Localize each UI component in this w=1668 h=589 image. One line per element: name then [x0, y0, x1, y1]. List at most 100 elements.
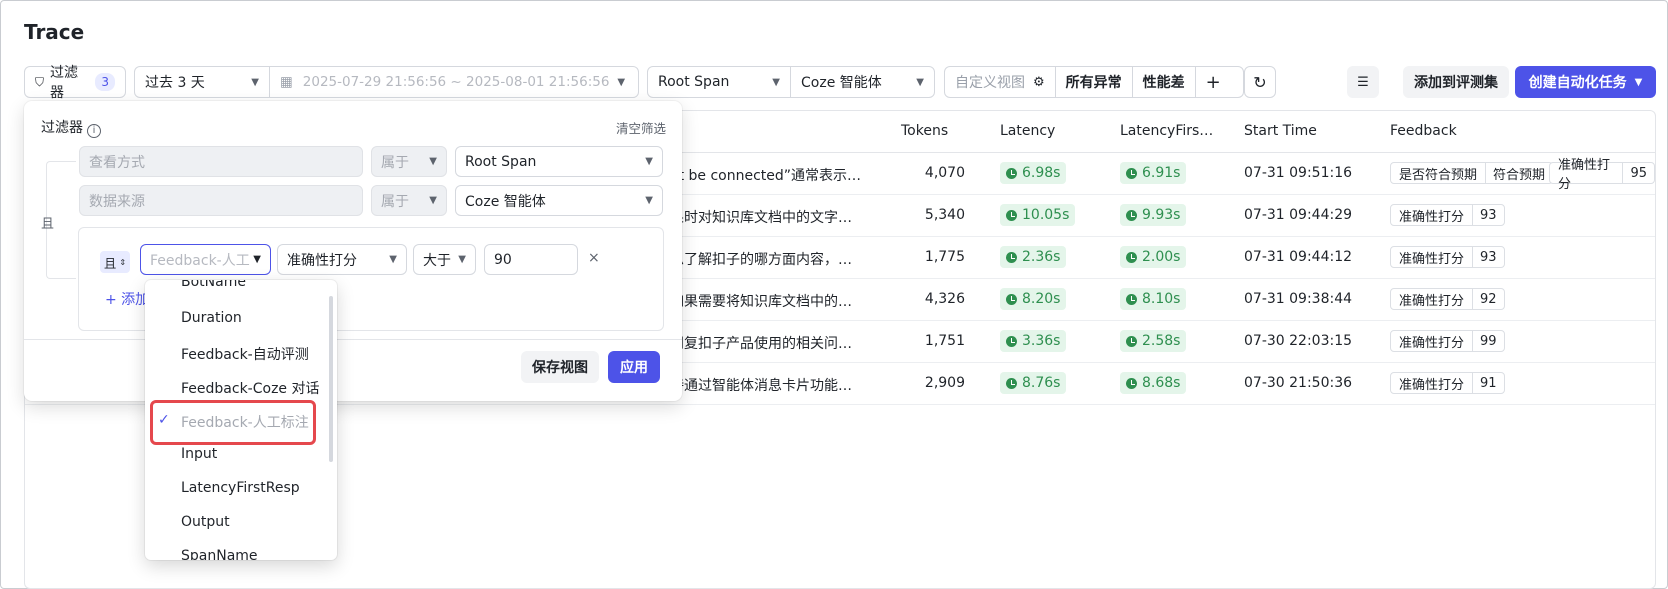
calendar-icon: ▦: [280, 74, 293, 90]
sub-logic-toggle[interactable]: 且 ⇕: [100, 251, 130, 273]
cond1-value-select[interactable]: Root Span ▼: [455, 146, 663, 177]
span-type-select[interactable]: Root Span ▼: [647, 66, 791, 98]
cond2-op-value: 属于: [381, 193, 409, 210]
add-to-eval-button[interactable]: 添加到评测集: [1403, 66, 1509, 98]
and-logic-label[interactable]: 且: [41, 213, 54, 232]
cell-start-time: 07-31 09:44:29: [1244, 207, 1353, 223]
cond1-op: 属于 ▼: [371, 146, 447, 177]
col-tokens[interactable]: Tokens: [901, 123, 948, 139]
popover-divider: [24, 339, 682, 340]
cond1-value: Root Span: [465, 153, 537, 170]
cond2-field: 数据来源: [79, 185, 363, 216]
cond2-op: 属于 ▼: [371, 185, 447, 216]
sub-logic-label: 且: [103, 255, 117, 271]
feedback-tag: 准确性打分 93: [1390, 204, 1505, 226]
col-start-time[interactable]: Start Time: [1244, 123, 1317, 139]
view-perf[interactable]: 性能差: [1133, 67, 1196, 97]
dropdown-item-input[interactable]: Input: [181, 446, 217, 462]
cell-latency-value: 8.76s: [1022, 375, 1061, 391]
dropdown-item-spanname[interactable]: SpanName: [181, 548, 258, 560]
feedback-value: 93: [1472, 247, 1504, 267]
cond2-value-select[interactable]: Coze 智能体 ▼: [455, 185, 663, 216]
cell-latency-first-value: 2.58s: [1142, 333, 1181, 349]
source-select[interactable]: Coze 智能体 ▼: [790, 66, 935, 98]
cell-tokens: 4,326: [924, 291, 965, 307]
clear-filters-link[interactable]: 清空筛选: [616, 118, 666, 137]
feedback-key: 准确性打分: [1399, 335, 1465, 351]
col-feedback[interactable]: Feedback: [1390, 123, 1457, 139]
chevron-down-icon: ▼: [429, 156, 437, 167]
cell-start-time: 07-30 22:03:15: [1244, 333, 1353, 349]
add-view-button[interactable]: +: [1196, 67, 1231, 97]
gear-icon[interactable]: ⚙: [1033, 75, 1045, 90]
feedback-value: 92: [1472, 289, 1504, 309]
chevron-down-icon: ▼: [389, 254, 397, 265]
date-range-picker[interactable]: ▦ 2025-07-29 21:56:56 ~ 2025-08-01 21:56…: [269, 66, 639, 98]
column-settings-button[interactable]: ☰: [1347, 66, 1379, 98]
cell-input: 思了解扣子的哪方面内容，…: [670, 252, 852, 268]
dropdown-item-feedback-auto[interactable]: Feedback-自动评测: [181, 344, 309, 364]
dropdown-item-duration[interactable]: Duration: [181, 310, 242, 326]
dropdown-item-feedback-coze[interactable]: Feedback-Coze 对话: [181, 378, 319, 398]
dropdown-item-output[interactable]: Output: [181, 514, 230, 530]
cell-start-time: 07-30 21:50:36: [1244, 375, 1353, 391]
column-settings-icon: ☰: [1357, 74, 1369, 90]
filter-button[interactable]: ⛉ 过滤器 3: [24, 65, 126, 101]
dropdown-item-latency-first[interactable]: LatencyFirstResp: [181, 480, 300, 496]
clock-icon: [1006, 251, 1017, 263]
cell-start-time: 07-31 09:38:44: [1244, 291, 1353, 307]
sub-metric-select[interactable]: 准确性打分 ▼: [277, 244, 407, 275]
save-view-button[interactable]: 保存视图: [521, 351, 599, 383]
clock-icon: [1006, 377, 1017, 389]
clock-icon: [1006, 293, 1017, 305]
plus-icon: +: [1205, 71, 1221, 93]
highlight-annotation: [150, 400, 316, 445]
create-task-button[interactable]: 创建自动化任务 ▼: [1515, 66, 1656, 98]
apply-button[interactable]: 应用: [608, 351, 660, 383]
sub-metric-value: 准确性打分: [287, 252, 357, 269]
cell-latency: 2.36s: [1000, 246, 1067, 268]
view-perf-label: 性能差: [1142, 75, 1185, 91]
chevron-down-icon: ▼: [1634, 76, 1643, 88]
dropdown-scrollbar[interactable]: [329, 296, 333, 462]
feedback-tag: 准确性打分 99: [1390, 330, 1505, 352]
feedback-key: 准确性打分: [1399, 377, 1465, 393]
view-all-errors[interactable]: 所有异常: [1056, 67, 1133, 97]
custom-view-select[interactable]: 自定义视图 ⚙: [945, 67, 1056, 97]
time-range-value: 过去 3 天: [145, 75, 205, 91]
cell-input: 如果需要将知识库文档中的…: [670, 294, 852, 310]
chevron-down-icon: ▼: [458, 254, 466, 265]
clock-icon: [1126, 377, 1137, 389]
clock-icon: [1006, 167, 1017, 179]
cond2-value: Coze 智能体: [465, 193, 546, 210]
cell-latency: 10.05s: [1000, 204, 1076, 226]
filter-count-badge: 3: [95, 73, 115, 91]
cell-latency-value: 3.36s: [1022, 333, 1061, 349]
col-latency[interactable]: Latency: [1000, 123, 1055, 139]
cell-latency-first-value: 6.91s: [1142, 165, 1181, 181]
cell-latency-first-value: 9.93s: [1142, 207, 1181, 223]
cell-latency-value: 8.20s: [1022, 291, 1061, 307]
dropdown-item-botname[interactable]: BotName: [181, 280, 246, 290]
info-icon[interactable]: i: [87, 123, 101, 138]
cell-latency-value: 6.98s: [1022, 165, 1061, 181]
cell-latency-first: 2.00s: [1120, 246, 1187, 268]
col-latency-first[interactable]: LatencyFirs…: [1120, 123, 1213, 139]
sub-field-select[interactable]: Feedback-人工 ▼: [140, 244, 271, 275]
feedback-key: 准确性打分: [1399, 251, 1465, 267]
refresh-button[interactable]: ↻: [1244, 66, 1276, 98]
source-value: Coze 智能体: [801, 75, 882, 91]
span-type-value: Root Span: [658, 74, 730, 90]
cell-input: 果时对知识库文档中的文字…: [670, 210, 852, 226]
time-range-select[interactable]: 过去 3 天 ▼: [134, 66, 270, 98]
sub-value-input[interactable]: 90: [484, 244, 578, 275]
chevron-down-icon: ▼: [429, 195, 437, 206]
cell-latency-first-value: 2.00s: [1142, 249, 1181, 265]
sub-op-select[interactable]: 大于 ▼: [413, 244, 476, 275]
filter-popover: 过滤器 i 清空筛选 且 查看方式 属于 ▼ Root Span ▼ 数据来源 属…: [24, 101, 682, 401]
add-condition-button[interactable]: + 添加: [105, 289, 149, 309]
cell-start-time: 07-31 09:44:12: [1244, 249, 1353, 265]
remove-condition-icon[interactable]: ×: [588, 250, 600, 266]
date-range-value: 2025-07-29 21:56:56 ~ 2025-08-01 21:56:5…: [302, 74, 610, 90]
chevron-down-icon: ▼: [645, 195, 653, 206]
